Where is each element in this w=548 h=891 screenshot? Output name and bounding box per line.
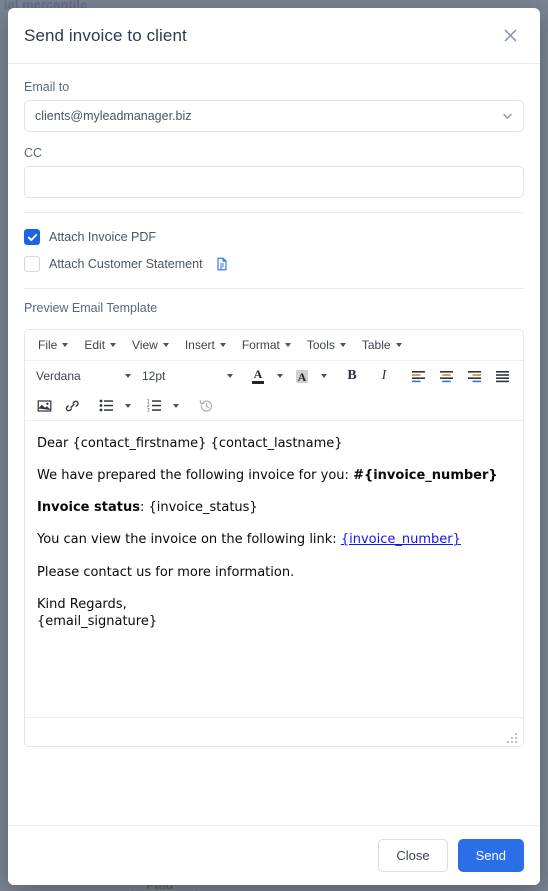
caret-down-icon (284, 343, 291, 347)
numbered-list-icon[interactable]: 1 2 3 (141, 394, 167, 418)
backdrop-rule (132, 884, 133, 891)
caret-down-icon (173, 403, 179, 408)
caret-down-icon (219, 343, 226, 347)
email-body-invoice-status-label: Invoice status (37, 500, 140, 516)
backdrop-rule (196, 884, 197, 891)
editor-statusbar (25, 717, 523, 746)
caret-down-icon (395, 343, 402, 347)
menu-view[interactable]: View (124, 335, 177, 355)
email-body-line-4: You can view the invoice on the followin… (37, 531, 511, 548)
svg-text:3: 3 (147, 408, 150, 412)
editor-resize-handle[interactable] (507, 731, 518, 743)
email-body-kind-regards: Kind Regards, (37, 596, 127, 612)
align-left-icon[interactable] (405, 364, 431, 388)
modal-body: Email to clients@myleadmanager.biz CC At… (8, 64, 540, 825)
caret-down-icon (110, 343, 117, 347)
background-color-dropdown-icon[interactable] (317, 364, 331, 388)
attach-invoice-pdf-label: Attach Invoice PDF (49, 230, 156, 244)
editor-toolbar-row-1: Verdana 12pt A A B I (25, 361, 523, 391)
cc-input[interactable] (24, 166, 524, 198)
close-icon[interactable] (496, 22, 524, 50)
menu-format[interactable]: Format (234, 335, 299, 355)
caret-down-icon (125, 374, 131, 378)
undo-history-icon[interactable] (193, 394, 219, 418)
menu-table[interactable]: Table (354, 335, 410, 355)
email-body-line-3: Invoice status: {invoice_status} (37, 499, 511, 516)
email-body-line-2: We have prepared the following invoice f… (37, 467, 511, 484)
bullet-list-icon[interactable] (93, 394, 119, 418)
menu-file[interactable]: File (30, 335, 76, 355)
divider-above-attachments (24, 212, 524, 213)
bullet-list-dropdown-icon[interactable] (121, 394, 135, 418)
email-body-line-4-prefix: You can view the invoice on the followin… (37, 532, 341, 548)
attach-customer-statement-row[interactable]: Attach Customer Statement (24, 254, 524, 274)
invoice-link[interactable]: {invoice_number} (341, 532, 461, 547)
bold-icon[interactable]: B (339, 364, 365, 388)
background-color-glyph: A (295, 369, 309, 384)
font-size-value: 12pt (142, 369, 166, 383)
align-right-icon[interactable] (461, 364, 487, 388)
link-icon[interactable] (59, 394, 85, 418)
preview-email-template-label: Preview Email Template (24, 301, 158, 315)
align-center-icon[interactable] (433, 364, 459, 388)
italic-icon[interactable]: I (371, 364, 397, 388)
caret-down-icon (162, 343, 169, 347)
divider-below-attachments (24, 288, 524, 289)
menu-edit[interactable]: Edit (76, 335, 124, 355)
menu-file-label: File (38, 338, 58, 352)
email-to-label: Email to (24, 80, 70, 94)
caret-down-icon (339, 343, 346, 347)
modal-footer: Close Send (8, 825, 540, 885)
menu-table-label: Table (361, 338, 391, 352)
close-button[interactable]: Close (378, 839, 448, 872)
text-color-dropdown-icon[interactable] (273, 364, 287, 388)
text-color-glyph: A (252, 368, 264, 384)
editor-toolbar-row-2: 1 2 3 (25, 391, 523, 421)
menu-view-label: View (132, 338, 158, 352)
email-body-line-5: Please contact us for more information. (37, 564, 295, 580)
menu-format-label: Format (241, 338, 280, 352)
attach-customer-statement-label: Attach Customer Statement (49, 257, 203, 271)
modal-title: Send invoice to client (24, 25, 187, 45)
rich-text-editor: File Edit View Insert Format Tools Table… (24, 329, 524, 747)
attach-invoice-pdf-row[interactable]: Attach Invoice PDF (24, 227, 524, 247)
email-body-invoice-number: #{invoice_number} (353, 468, 498, 484)
background-color-icon[interactable]: A (289, 364, 315, 388)
caret-down-icon (277, 374, 283, 378)
email-body-signature-token: {email_signature} (37, 613, 158, 629)
menu-insert-label: Insert (184, 338, 215, 352)
menu-tools[interactable]: Tools (299, 335, 354, 355)
cc-label: CC (24, 146, 43, 160)
font-size-select[interactable]: 12pt (137, 367, 237, 385)
editor-content-area[interactable]: Dear {contact_firstname} {contact_lastna… (25, 421, 523, 717)
numbered-list-dropdown-icon[interactable] (169, 394, 183, 418)
caret-down-icon (227, 374, 233, 378)
text-color-icon[interactable]: A (245, 364, 271, 388)
email-body-line-2-prefix: We have prepared the following invoice f… (37, 468, 354, 484)
font-family-select[interactable]: Verdana (31, 367, 135, 385)
cc-field-wrap: CC (24, 146, 524, 198)
caret-down-icon (62, 343, 69, 347)
caret-down-icon (125, 403, 131, 408)
attach-customer-statement-checkbox[interactable] (24, 256, 40, 272)
align-justify-icon[interactable] (489, 364, 515, 388)
email-body-invoice-status-value: : {invoice_status} (139, 500, 258, 516)
email-to-select[interactable]: clients@myleadmanager.biz (24, 100, 524, 132)
attach-invoice-pdf-checkbox[interactable] (24, 229, 40, 245)
menu-edit-label: Edit (84, 338, 106, 352)
email-body-greeting: Dear {contact_firstname} {contact_lastna… (37, 436, 343, 451)
menu-insert[interactable]: Insert (177, 335, 234, 355)
caret-down-icon (321, 374, 327, 378)
email-to-field-wrap: clients@myleadmanager.biz (24, 100, 524, 132)
send-invoice-modal: Send invoice to client Email to clients@… (8, 8, 540, 885)
send-button[interactable]: Send (457, 839, 524, 872)
document-icon (216, 257, 228, 271)
menu-tools-label: Tools (306, 338, 335, 352)
modal-header: Send invoice to client (8, 8, 540, 64)
editor-menubar: File Edit View Insert Format Tools Table (25, 330, 523, 361)
email-body-signature: Kind Regards, {email_signature} (37, 596, 511, 630)
font-family-value: Verdana (36, 369, 81, 383)
image-icon[interactable] (31, 394, 57, 418)
